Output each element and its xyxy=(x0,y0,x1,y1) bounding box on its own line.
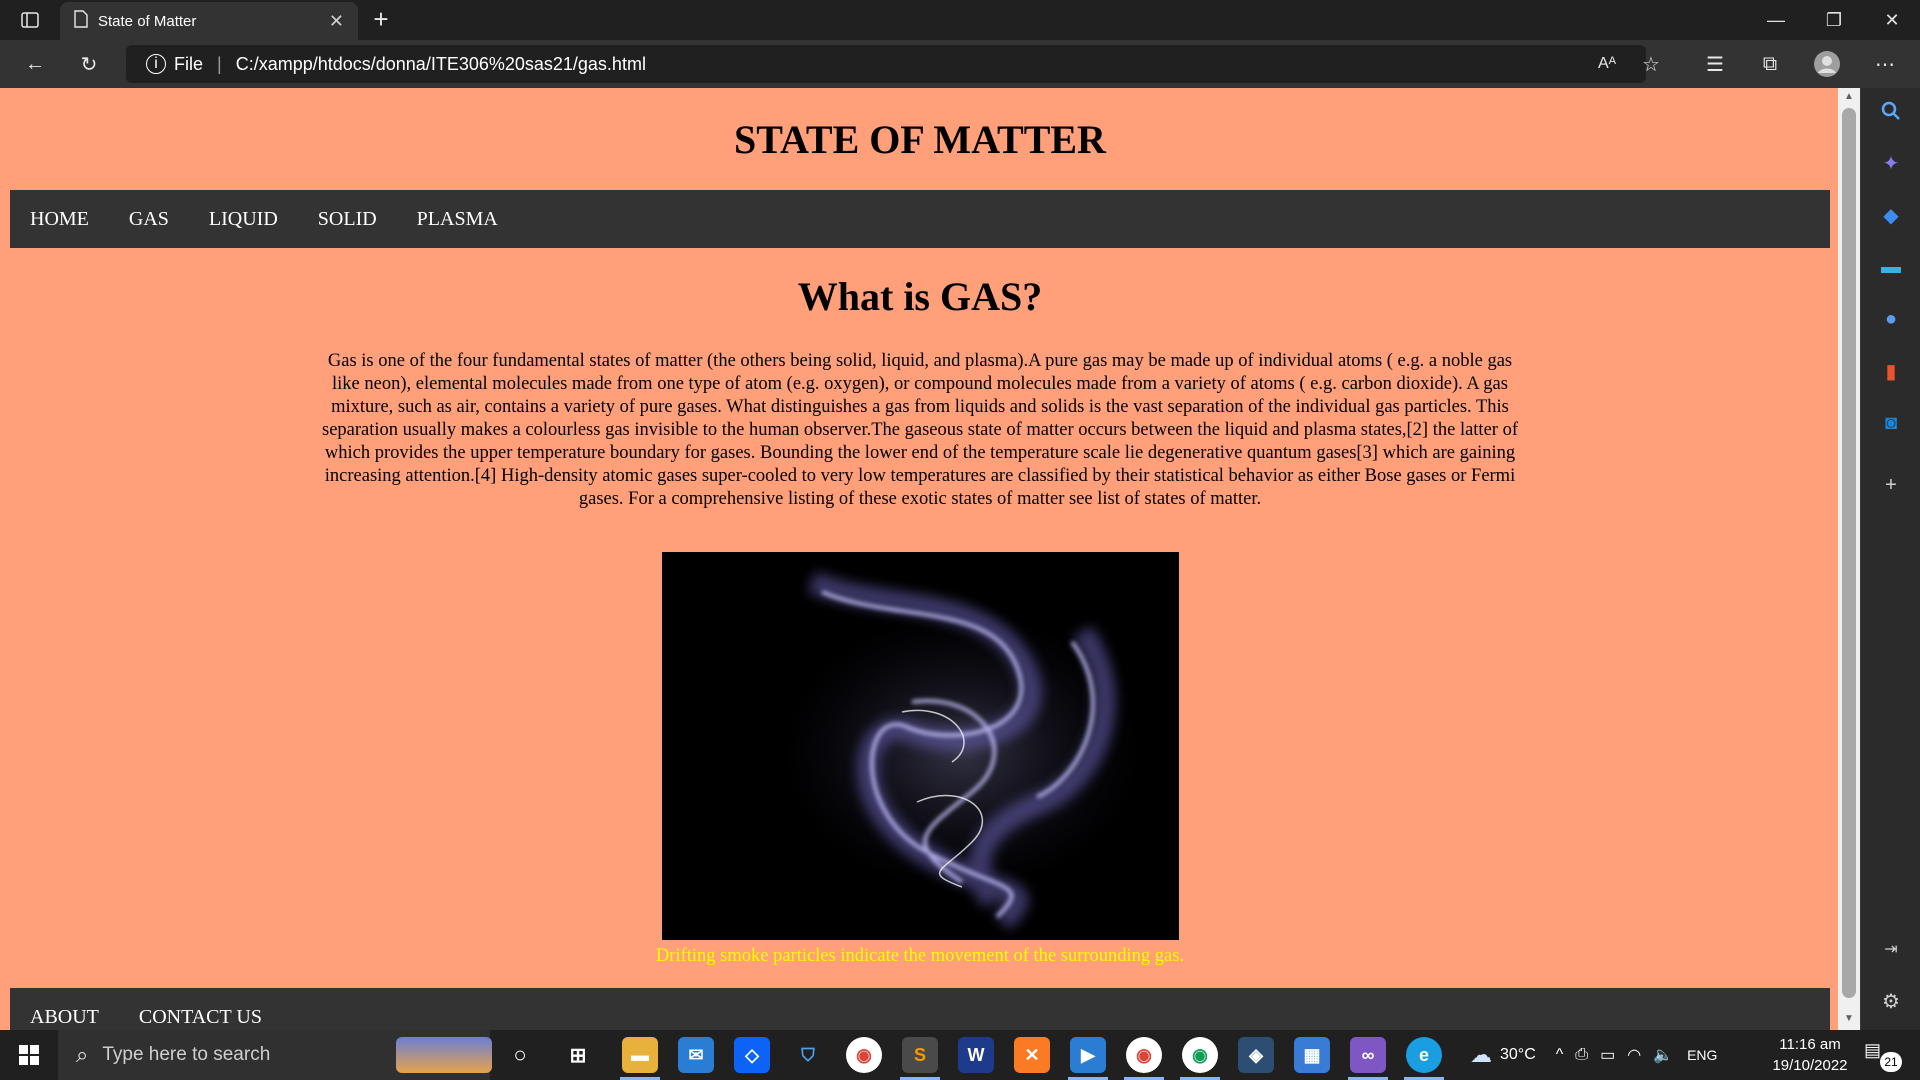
outlook-icon[interactable]: ◙ xyxy=(1876,408,1906,438)
footer-contact-link[interactable]: CONTACT US xyxy=(139,1006,262,1029)
volume-icon[interactable]: 🔈 xyxy=(1653,1045,1673,1065)
games-icon[interactable]: ● xyxy=(1876,304,1906,334)
add-favorite-icon[interactable]: ☆ xyxy=(1636,50,1666,78)
vpn-icon[interactable]: ⛉ xyxy=(790,1037,826,1073)
system-tray: ☁ 30°C ^ ⎙ ▭ ◠ 🔈 ENG xyxy=(1470,1030,1717,1080)
intro-paragraph: Gas is one of the four fundamental state… xyxy=(322,351,1518,509)
video-editor-icon[interactable]: ▶ xyxy=(1070,1037,1106,1073)
more-menu-icon[interactable]: ⋯ xyxy=(1870,50,1900,78)
image-caption: Drifting smoke particles indicate the mo… xyxy=(655,946,1185,966)
chrome-profile-icon[interactable]: ◉ xyxy=(1126,1037,1162,1073)
cortana-icon[interactable]: ○ xyxy=(502,1037,538,1073)
xampp-icon[interactable]: ✕ xyxy=(1014,1037,1050,1073)
nav-gas[interactable]: GAS xyxy=(129,208,169,231)
info-icon[interactable]: i xyxy=(146,54,166,74)
nav-liquid[interactable]: LIQUID xyxy=(209,208,278,231)
page-icon xyxy=(74,9,88,33)
windows-start-icon[interactable] xyxy=(0,1030,58,1080)
edge-sidebar: ✦ ◆ ▬ ● ▮ ◙ + ⇥ ⚙ xyxy=(1860,88,1920,1030)
scroll-down-arrow-icon[interactable]: ▼ xyxy=(1838,1010,1860,1028)
read-aloud-icon[interactable]: Aᴬ xyxy=(1592,50,1622,78)
page-viewport: STATE OF MATTER HOME GAS LIQUID SOLID PL… xyxy=(0,88,1838,1030)
taskbar: ⌕ Type here to search ○ ⊞ ▬ ✉ ◇ ⛉ ◉ S W … xyxy=(0,1030,1920,1080)
nav-home[interactable]: HOME xyxy=(30,208,89,231)
control-panel-icon[interactable]: ▦ xyxy=(1294,1037,1330,1073)
add-sidebar-app-icon[interactable]: + xyxy=(1876,470,1906,500)
dropbox-icon[interactable]: ◇ xyxy=(734,1037,770,1073)
wifi-icon[interactable]: ◠ xyxy=(1627,1045,1641,1065)
clock-date: 19/10/2022 xyxy=(1772,1057,1848,1074)
notification-count-badge: 21 xyxy=(1880,1052,1902,1072)
favorites-icon[interactable]: ☰ xyxy=(1700,50,1730,78)
visual-studio-icon[interactable]: ∞ xyxy=(1350,1037,1386,1073)
chrome-profile-2-icon[interactable]: ◉ xyxy=(1182,1037,1218,1073)
tab-actions-icon[interactable] xyxy=(14,8,46,32)
file-explorer-icon[interactable]: ▬ xyxy=(622,1037,658,1073)
search-icon: ⌕ xyxy=(76,1042,89,1067)
nav-plasma[interactable]: PLASMA xyxy=(417,208,498,231)
smoke-image xyxy=(662,552,1179,940)
profile-avatar[interactable] xyxy=(1812,50,1842,78)
discover-icon[interactable]: ✦ xyxy=(1876,148,1906,178)
new-tab-button[interactable]: + xyxy=(366,6,396,34)
hide-sidebar-icon[interactable]: ⇥ xyxy=(1876,934,1906,964)
tools-icon[interactable]: ▬ xyxy=(1876,252,1906,282)
restore-button[interactable]: ❐ xyxy=(1806,0,1862,40)
site-title: STATE OF MATTER xyxy=(734,117,1106,162)
weather-temp[interactable]: 30°C xyxy=(1500,1046,1536,1064)
sublime-text-icon[interactable]: S xyxy=(902,1037,938,1073)
office-icon[interactable]: ▮ xyxy=(1876,356,1906,386)
word-icon[interactable]: W xyxy=(958,1037,994,1073)
search-icon[interactable] xyxy=(1876,96,1906,126)
notification-center-icon[interactable]: ▤ 21 xyxy=(1864,1040,1904,1072)
url-text: C:/xampp/htdocs/donna/ITE306%20sas21/gas… xyxy=(235,53,646,74)
address-scheme-label: File xyxy=(174,53,204,74)
task-view-icon[interactable]: ⊞ xyxy=(560,1037,596,1073)
minimize-button[interactable]: — xyxy=(1748,0,1804,40)
clock[interactable]: 11:16 am 19/10/2022 xyxy=(1760,1034,1860,1076)
browser-toolbar: ← ↻ i File | C:/xampp/htdocs/donna/ITE30… xyxy=(0,40,1920,88)
address-bar[interactable]: i File | C:/xampp/htdocs/donna/ITE306%20… xyxy=(126,45,1646,83)
tab-close-icon[interactable]: ✕ xyxy=(329,11,344,32)
main-nav: HOME GAS LIQUID SOLID PLASMA xyxy=(10,190,1830,248)
chrome-icon[interactable]: ◉ xyxy=(846,1037,882,1073)
scroll-up-arrow-icon[interactable]: ▲ xyxy=(1838,88,1860,106)
scroll-thumb[interactable] xyxy=(1842,108,1856,998)
mail-icon[interactable]: ✉ xyxy=(678,1037,714,1073)
clock-time: 11:16 am xyxy=(1779,1036,1841,1053)
search-placeholder: Type here to search xyxy=(102,1044,271,1065)
sidebar-settings-icon[interactable]: ⚙ xyxy=(1876,986,1906,1016)
tab-strip: State of Matter ✕ + — ❐ ✕ xyxy=(0,0,1920,40)
mysql-workbench-icon[interactable]: ◈ xyxy=(1238,1037,1274,1073)
meet-now-icon[interactable]: ⎙ xyxy=(1575,1046,1588,1064)
footer-nav: ABOUT CONTACT US xyxy=(10,988,1830,1030)
collections-icon[interactable]: ⧉ xyxy=(1755,50,1785,78)
address-separator: | xyxy=(217,53,222,74)
footer-about-link[interactable]: ABOUT xyxy=(30,1006,99,1029)
page-heading: What is GAS? xyxy=(797,274,1043,319)
back-icon[interactable]: ← xyxy=(20,50,50,78)
battery-icon[interactable]: ▭ xyxy=(1600,1045,1615,1065)
nav-solid[interactable]: SOLID xyxy=(318,208,377,231)
tab-title: State of Matter xyxy=(98,12,197,30)
edge-icon[interactable]: e xyxy=(1406,1037,1442,1073)
refresh-icon[interactable]: ↻ xyxy=(74,50,104,78)
weather-cloud-icon[interactable]: ☁ xyxy=(1470,1042,1492,1068)
close-window-button[interactable]: ✕ xyxy=(1864,0,1920,40)
search-highlight-icon[interactable] xyxy=(396,1037,492,1073)
show-hidden-icons-icon[interactable]: ^ xyxy=(1556,1046,1564,1064)
shopping-icon[interactable]: ◆ xyxy=(1876,200,1906,230)
language-indicator[interactable]: ENG xyxy=(1687,1047,1717,1063)
page-scrollbar[interactable]: ▲ ▼ xyxy=(1838,88,1860,1030)
tab-state-of-matter[interactable]: State of Matter ✕ xyxy=(60,2,358,40)
